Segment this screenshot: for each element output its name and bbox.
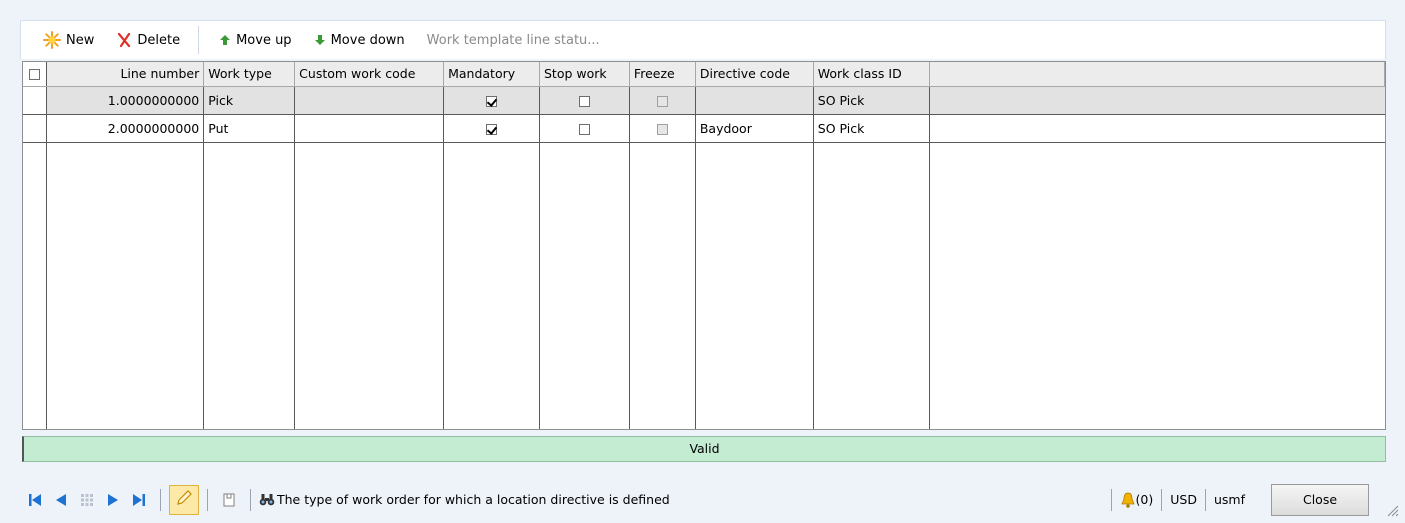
header-row: Line number Work type Custom work code M… xyxy=(23,62,1385,87)
column-header-directive-code[interactable]: Directive code xyxy=(695,62,814,87)
column-header-line-number[interactable]: Line number xyxy=(46,62,205,87)
new-button[interactable]: New xyxy=(39,27,98,53)
table-row[interactable]: 2.0000000000 Put Baydoor SO Pick xyxy=(23,114,1385,143)
close-button[interactable]: Close xyxy=(1271,483,1369,516)
stop-work-checkbox[interactable] xyxy=(578,123,590,135)
table-row[interactable]: 1.0000000000 Pick SO Pick xyxy=(23,86,1385,115)
work-template-lines-grid: Line number Work type Custom work code M… xyxy=(22,61,1386,430)
arrow-down-icon xyxy=(314,34,326,46)
column-header-stop-work[interactable]: Stop work xyxy=(539,62,630,87)
line-number-cell[interactable]: 1.0000000000 xyxy=(46,86,205,115)
column-header-custom-work-code[interactable]: Custom work code xyxy=(294,62,445,87)
grid-column-line xyxy=(443,87,444,429)
next-record-icon[interactable] xyxy=(100,487,126,513)
custom-work-code-cell[interactable] xyxy=(294,114,445,143)
column-header-work-class-id[interactable]: Work class ID xyxy=(813,62,930,87)
stop-work-cell[interactable] xyxy=(539,114,630,143)
freeze-checkbox xyxy=(656,123,668,135)
stop-work-checkbox[interactable] xyxy=(578,95,590,107)
grid-column-line xyxy=(294,87,295,429)
arrow-up-icon xyxy=(219,34,231,46)
column-header-work-type[interactable]: Work type xyxy=(203,62,296,87)
resize-grip-icon[interactable] xyxy=(1385,503,1399,517)
bottom-status-bar: The type of work order for which a locat… xyxy=(0,476,1405,523)
new-star-icon xyxy=(43,31,61,49)
freeze-checkbox xyxy=(656,95,668,107)
status-separator xyxy=(1161,488,1163,511)
grid-column-line xyxy=(629,87,630,429)
action-toolbar: New Delete Move up Move down Work templa… xyxy=(20,20,1386,59)
pencil-icon xyxy=(175,489,193,510)
mandatory-cell[interactable] xyxy=(443,86,540,115)
status-right-section: (0) USD usmf Close xyxy=(1103,476,1405,523)
row-selector[interactable] xyxy=(23,86,48,115)
work-type-cell[interactable]: Pick xyxy=(203,86,296,115)
grid-view-icon[interactable] xyxy=(74,487,100,513)
select-all-header[interactable] xyxy=(23,62,48,87)
attachment-icon[interactable] xyxy=(216,487,242,513)
company-indicator[interactable]: usmf xyxy=(1214,492,1245,507)
edit-mode-button[interactable] xyxy=(169,484,199,515)
delete-x-icon xyxy=(116,32,132,48)
first-record-icon[interactable] xyxy=(22,487,48,513)
bell-icon[interactable] xyxy=(1120,492,1136,508)
status-separator xyxy=(207,488,208,511)
freeze-cell[interactable] xyxy=(629,86,696,115)
status-separator xyxy=(160,488,161,511)
delete-button[interactable]: Delete xyxy=(112,27,184,53)
work-class-id-cell[interactable]: SO Pick xyxy=(813,86,930,115)
stop-work-cell[interactable] xyxy=(539,86,630,115)
mandatory-checkbox[interactable] xyxy=(486,123,498,135)
custom-work-code-cell[interactable] xyxy=(294,86,445,115)
move-down-button[interactable]: Move down xyxy=(310,27,409,53)
grid-column-line xyxy=(539,87,540,429)
status-separator xyxy=(1204,488,1206,511)
move-down-label: Move down xyxy=(330,32,405,48)
work-template-window: New Delete Move up Move down Work templa… xyxy=(0,0,1405,523)
column-header-freeze[interactable]: Freeze xyxy=(629,62,696,87)
mandatory-checkbox[interactable] xyxy=(486,95,498,107)
line-number-cell[interactable]: 2.0000000000 xyxy=(46,114,205,143)
grid-column-line xyxy=(203,87,204,429)
move-up-label: Move up xyxy=(236,32,292,48)
last-record-icon[interactable] xyxy=(126,487,152,513)
grid-column-line xyxy=(46,87,47,429)
lines-table: Line number Work type Custom work code M… xyxy=(23,62,1385,143)
mandatory-cell[interactable] xyxy=(443,114,540,143)
binoculars-icon[interactable] xyxy=(259,493,275,507)
move-up-button[interactable]: Move up xyxy=(215,27,296,53)
column-header-filler xyxy=(929,62,1385,87)
validation-status-bar: Valid xyxy=(22,436,1386,462)
previous-record-icon[interactable] xyxy=(48,487,74,513)
status-separator xyxy=(250,488,251,511)
work-class-id-cell[interactable]: SO Pick xyxy=(813,114,930,143)
directive-code-cell[interactable] xyxy=(695,86,814,115)
grid-column-line xyxy=(695,87,696,429)
alerts-count[interactable]: (0) xyxy=(1136,492,1154,507)
grid-column-line xyxy=(813,87,814,429)
new-label: New xyxy=(66,32,95,48)
row-selector[interactable] xyxy=(23,114,48,143)
work-type-cell[interactable]: Put xyxy=(203,114,296,143)
column-header-mandatory[interactable]: Mandatory xyxy=(443,62,540,87)
select-all-checkbox[interactable] xyxy=(29,69,41,81)
filler-cell xyxy=(929,86,1385,115)
delete-label: Delete xyxy=(137,32,181,48)
freeze-cell[interactable] xyxy=(629,114,696,143)
directive-code-cell[interactable]: Baydoor xyxy=(695,114,814,143)
help-text-area: The type of work order for which a locat… xyxy=(259,492,670,507)
filler-cell xyxy=(929,114,1385,143)
currency-indicator[interactable]: USD xyxy=(1170,492,1197,507)
grid-column-line xyxy=(929,87,930,429)
status-separator xyxy=(1110,488,1112,511)
help-text: The type of work order for which a locat… xyxy=(277,492,670,507)
toolbar-separator xyxy=(198,26,200,54)
work-template-line-status-button[interactable]: Work template line statu... xyxy=(423,27,604,53)
work-template-line-status-label: Work template line statu... xyxy=(426,32,600,48)
